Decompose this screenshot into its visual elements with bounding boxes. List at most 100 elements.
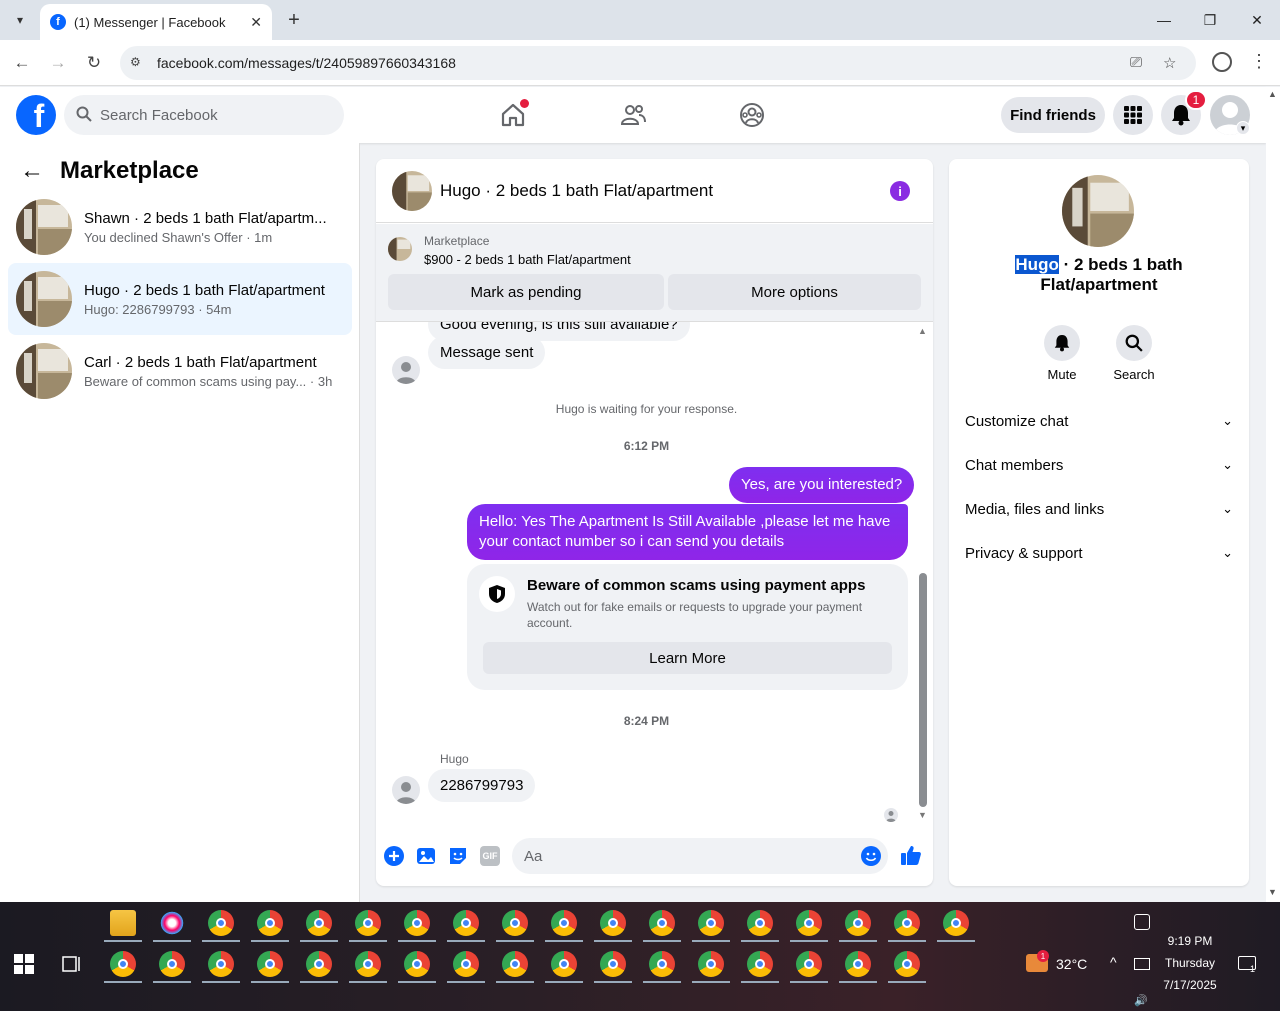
mute-button[interactable]: Mute [1032,325,1092,382]
chrome-icon[interactable] [208,951,234,977]
scroll-down-arrow-icon[interactable]: ▼ [918,810,927,820]
chrome-icon[interactable] [306,910,332,936]
chrome-icon[interactable] [453,951,479,977]
back-arrow-icon[interactable]: ← [20,157,44,185]
chrome-icon[interactable] [257,951,283,977]
tray-device-icon[interactable] [1134,914,1150,930]
conversation-item-carl[interactable]: Carl · 2 beds 1 bath Flat/apartment Bewa… [8,335,352,407]
account-chevron-icon[interactable]: ▾ [1236,121,1250,135]
chrome-icon[interactable] [453,910,479,936]
clock-day[interactable]: Thursday [1160,956,1220,970]
chrome-icon[interactable] [845,951,871,977]
temperature[interactable]: 32°C [1056,956,1087,972]
emoji-icon[interactable] [861,846,881,866]
facebook-search-input[interactable]: Search Facebook [64,95,344,135]
page-scroll-down-icon[interactable]: ▼ [1268,887,1277,897]
chrome-icon[interactable] [796,910,822,936]
chrome-icon[interactable] [796,951,822,977]
browser-menu-icon[interactable]: ⋮ [1250,51,1268,72]
chrome-icon[interactable] [943,910,969,936]
find-friends-button[interactable]: Find friends [1001,97,1105,133]
page-scroll-up-icon[interactable]: ▲ [1268,89,1277,99]
facebook-logo[interactable]: f [16,95,56,135]
chrome-icon[interactable] [502,951,528,977]
chat-scrollbar-thumb[interactable] [919,573,927,807]
chrome-icon[interactable] [698,951,724,977]
chrome-icon[interactable] [404,910,430,936]
chrome-icon[interactable] [159,951,185,977]
page-scrollbar[interactable]: ▲ ▼ [1266,87,1280,902]
bookmark-star-icon[interactable]: ☆ [1163,54,1176,72]
browser-tab[interactable]: f (1) Messenger | Facebook ✕ [40,4,272,40]
chat-title[interactable]: Hugo · 2 beds 1 bath Flat/apartment [440,181,713,201]
clock-date[interactable]: 7/17/2025 [1160,978,1220,992]
tab-search-chevron-icon[interactable]: ▾ [8,8,32,32]
close-window-button[interactable]: ✕ [1234,6,1280,34]
chrome-icon[interactable] [747,910,773,936]
chrome-icon[interactable] [600,910,626,936]
plus-circle-icon[interactable] [384,846,404,866]
forward-button[interactable]: → [46,51,70,75]
chrome-center-icon [657,918,667,928]
network-icon[interactable] [1134,958,1150,970]
minimize-button[interactable]: — [1141,6,1187,34]
chrome-icon[interactable] [894,910,920,936]
mark-as-pending-button[interactable]: Mark as pending [388,274,664,310]
chrome-icon[interactable] [551,951,577,977]
chrome-icon[interactable] [698,910,724,936]
chat-members-section[interactable]: Chat members ⌄ [965,443,1233,487]
paint-app-icon[interactable] [159,910,185,936]
volume-icon[interactable]: 🔊 [1134,994,1148,1007]
customize-chat-section[interactable]: Customize chat ⌄ [965,399,1233,443]
new-tab-button[interactable]: + [282,8,306,32]
search-in-conversation-button[interactable]: Search [1104,325,1164,382]
media-files-links-section[interactable]: Media, files and links ⌄ [965,487,1233,531]
learn-more-button[interactable]: Learn More [483,642,892,674]
chrome-icon[interactable] [894,951,920,977]
chrome-icon[interactable] [649,910,675,936]
url-field[interactable]: ⚙ facebook.com/messages/t/24059897660343… [120,46,1196,80]
chrome-icon[interactable] [649,951,675,977]
sticker-icon[interactable] [448,846,468,866]
scroll-up-arrow-icon[interactable]: ▲ [918,326,927,336]
conversation-info-icon[interactable]: i [890,181,910,201]
tab-close-icon[interactable]: ✕ [250,14,262,31]
conversation-item-shawn[interactable]: Shawn · 2 beds 1 bath Flat/apartm... You… [8,191,352,263]
conversation-item-hugo[interactable]: Hugo · 2 beds 1 bath Flat/apartment Hugo… [8,263,352,335]
chrome-icon[interactable] [404,951,430,977]
groups-icon[interactable] [738,101,766,129]
friends-icon[interactable] [619,101,647,129]
install-app-icon[interactable]: ⎚ [1130,54,1142,71]
back-button[interactable]: ← [10,51,34,75]
chrome-icon[interactable] [551,910,577,936]
gif-icon[interactable]: GIF [480,846,500,866]
restore-button[interactable]: ❐ [1187,6,1233,34]
listing-price-title[interactable]: $900 - 2 beds 1 bath Flat/apartment [424,252,631,267]
listing-thumbnail [16,199,72,255]
chrome-icon[interactable] [502,910,528,936]
thumbs-up-icon[interactable] [900,844,922,866]
privacy-support-section[interactable]: Privacy & support ⌄ [965,531,1233,575]
chat-listing-thumbnail[interactable] [392,170,432,211]
chrome-icon[interactable] [600,951,626,977]
chrome-icon[interactable] [208,910,234,936]
file-explorer-icon[interactable] [110,910,136,936]
windows-start-icon[interactable] [14,954,34,974]
photo-icon[interactable] [416,846,436,866]
chrome-icon[interactable] [747,951,773,977]
browser-profile-icon[interactable] [1212,52,1232,72]
chrome-icon[interactable] [110,951,136,977]
chrome-icon[interactable] [845,910,871,936]
chrome-icon[interactable] [355,910,381,936]
clock-time[interactable]: 9:19 PM [1160,934,1220,948]
chrome-icon[interactable] [257,910,283,936]
menu-grid-button[interactable] [1113,95,1153,135]
chrome-icon[interactable] [355,951,381,977]
chrome-icon[interactable] [306,951,332,977]
reload-button[interactable]: ↻ [82,51,106,75]
task-view-icon[interactable] [62,954,82,974]
tray-expand-chevron-icon[interactable]: ^ [1110,954,1117,970]
message-input[interactable]: Aa [512,838,888,874]
site-info-icon[interactable]: ⚙ [130,55,146,71]
more-options-button[interactable]: More options [668,274,921,310]
